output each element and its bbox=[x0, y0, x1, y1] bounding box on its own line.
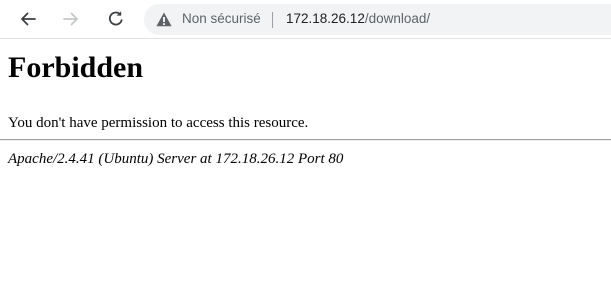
security-status-label[interactable]: Non sécurisé bbox=[182, 11, 261, 26]
page-title: Forbidden bbox=[8, 51, 144, 84]
error-message: You don't have permission to access this… bbox=[8, 115, 309, 131]
arrow-left-icon bbox=[21, 12, 36, 26]
warning-triangle-icon[interactable] bbox=[156, 12, 172, 27]
arrow-right-icon bbox=[63, 12, 78, 26]
server-signature: Apache/2.4.41 (Ubuntu) Server at 172.18.… bbox=[8, 151, 344, 167]
url-text[interactable]: 172.18.26.12/download/ bbox=[286, 11, 430, 26]
url-path: /download/ bbox=[364, 11, 431, 26]
url-host: 172.18.26.12 bbox=[286, 11, 365, 26]
back-button[interactable] bbox=[13, 4, 43, 34]
divider bbox=[0, 139, 611, 141]
address-bar[interactable]: Non sécurisé 172.18.26.12/download/ bbox=[144, 4, 611, 35]
forward-button[interactable] bbox=[56, 4, 86, 34]
reload-icon bbox=[108, 11, 123, 26]
reload-button[interactable] bbox=[101, 4, 131, 34]
browser-toolbar: Non sécurisé 172.18.26.12/download/ bbox=[0, 0, 611, 39]
omnibox-separator bbox=[272, 12, 273, 28]
page-content: Forbidden You don't have permission to a… bbox=[0, 40, 611, 167]
